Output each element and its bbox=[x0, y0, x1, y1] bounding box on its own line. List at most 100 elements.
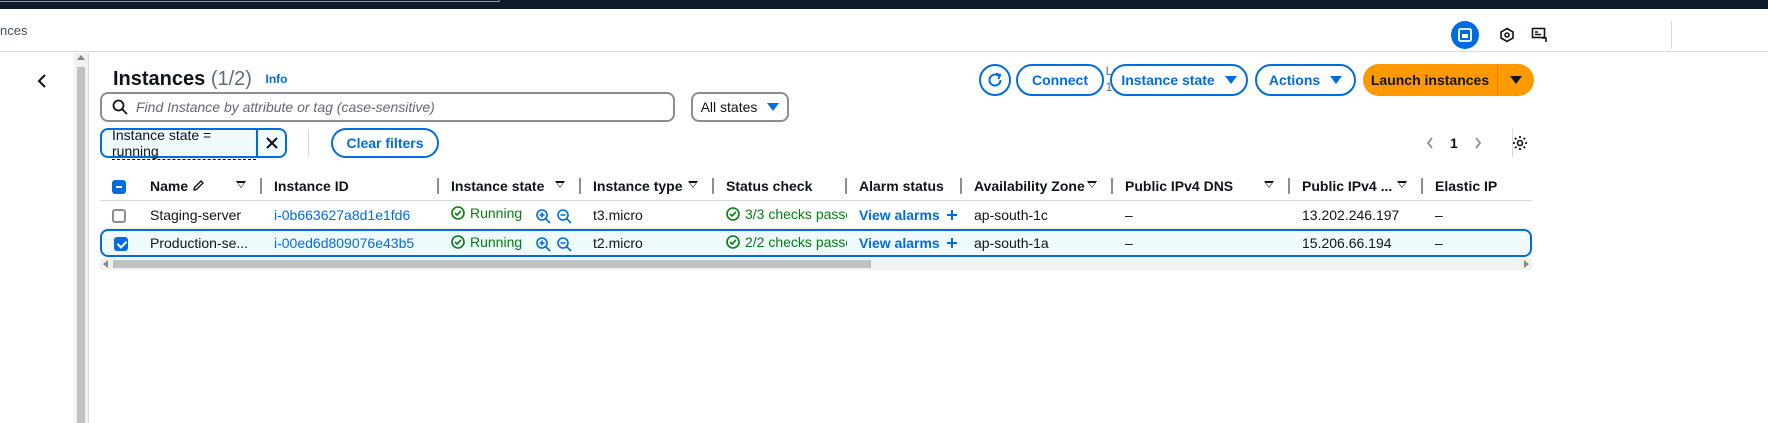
launch-dropdown-button[interactable] bbox=[1498, 64, 1534, 96]
elastic-ip: – bbox=[1423, 201, 1532, 229]
states-select-value: All states bbox=[700, 99, 758, 115]
select-all-checkbox[interactable] bbox=[112, 179, 126, 194]
instance-state-cell: Running bbox=[439, 201, 581, 229]
search-input[interactable] bbox=[136, 99, 656, 115]
chevron-right-icon[interactable] bbox=[1474, 137, 1482, 149]
instance-name: Staging-server bbox=[138, 201, 262, 229]
public-ipv4: 13.202.246.197 bbox=[1290, 201, 1423, 229]
search-bar[interactable] bbox=[100, 92, 675, 122]
filter-token-text[interactable]: Instance state = running bbox=[102, 127, 259, 160]
status-check: 2/2 checks passed bbox=[726, 234, 847, 250]
zoom-controls bbox=[536, 237, 572, 252]
view-alarms-label: View alarms bbox=[859, 206, 940, 223]
column-header[interactable]: Instance type bbox=[581, 171, 714, 201]
caret-down-icon bbox=[1510, 76, 1522, 84]
vertical-scrollbar[interactable] bbox=[74, 53, 88, 423]
notification-icon[interactable] bbox=[1493, 21, 1521, 49]
feedback-icon[interactable] bbox=[1526, 21, 1554, 49]
zoom-out-icon[interactable] bbox=[557, 209, 572, 224]
chevron-left-icon[interactable] bbox=[32, 71, 52, 91]
column-header[interactable]: Availability Zone bbox=[962, 171, 1113, 201]
instance-name: Production-se... bbox=[138, 229, 262, 257]
column-header[interactable]: Status check bbox=[714, 171, 847, 201]
status-ok-icon bbox=[451, 206, 465, 220]
launch-instances-button[interactable]: Launch instances bbox=[1363, 64, 1498, 96]
zoom-in-icon[interactable] bbox=[536, 237, 551, 252]
actions-button[interactable]: Actions bbox=[1255, 64, 1356, 96]
clear-filters-button[interactable]: Clear filters bbox=[331, 128, 439, 158]
scrollbar-thumb[interactable] bbox=[77, 67, 85, 423]
instance-state-button[interactable]: Instance state bbox=[1110, 64, 1248, 96]
column-header-label: Public IPv4 ... bbox=[1302, 177, 1393, 194]
page-title-text: Instances bbox=[113, 68, 206, 90]
instance-id-cell: i-00ed6d809076e43b5 bbox=[262, 229, 439, 257]
sort-icon[interactable] bbox=[1087, 181, 1097, 188]
scroll-up-arrow[interactable] bbox=[77, 55, 85, 60]
alarm-status-cell: View alarms bbox=[847, 201, 962, 229]
scroll-right-arrow[interactable] bbox=[1524, 260, 1529, 268]
scrollbar-thumb[interactable] bbox=[113, 260, 871, 268]
column-header[interactable]: Public IPv4 DNS bbox=[1113, 171, 1290, 201]
sort-icon[interactable] bbox=[236, 181, 246, 188]
info-link[interactable]: Info bbox=[266, 72, 288, 86]
sort-icon[interactable] bbox=[1397, 181, 1407, 188]
public-dns: – bbox=[1113, 201, 1290, 229]
table-row-selected[interactable]: Production-se... i-00ed6d809076e43b5 Run… bbox=[100, 229, 1532, 257]
sort-icon[interactable] bbox=[688, 181, 698, 188]
instance-state-label: Instance state bbox=[1121, 72, 1215, 88]
instance-state-text: Running bbox=[470, 233, 523, 250]
column-header-label: Instance type bbox=[593, 177, 683, 194]
column-header-label: Name bbox=[150, 177, 189, 194]
instance-state-cell: Running bbox=[439, 229, 581, 257]
row-checkbox[interactable] bbox=[112, 208, 126, 223]
column-header[interactable]: Alarm status bbox=[847, 171, 962, 201]
elastic-ip: – bbox=[1423, 229, 1532, 257]
column-header[interactable]: Instance state bbox=[439, 171, 581, 201]
public-ipv4: 15.206.66.194 bbox=[1290, 229, 1423, 257]
availability-zone: ap-south-1c bbox=[962, 201, 1113, 229]
states-select[interactable]: All states bbox=[691, 92, 789, 122]
sort-icon[interactable] bbox=[1264, 181, 1274, 188]
column-header-label: Instance state bbox=[451, 177, 545, 194]
zoom-out-icon[interactable] bbox=[557, 237, 572, 252]
horizontal-scrollbar[interactable] bbox=[100, 258, 1532, 270]
refresh-button[interactable] bbox=[979, 64, 1011, 96]
instance-id-link[interactable]: i-0b663627a8d1e1fd6 bbox=[274, 207, 410, 223]
view-alarms-link[interactable]: View alarms bbox=[859, 207, 958, 223]
column-header-label: Elastic IP bbox=[1435, 177, 1498, 194]
status-check-text: 3/3 checks passed bbox=[745, 205, 847, 222]
side-navigation-collapsed bbox=[0, 53, 74, 423]
sort-icon[interactable] bbox=[555, 181, 565, 188]
close-icon[interactable] bbox=[258, 130, 285, 156]
cloudshell-icon[interactable] bbox=[1451, 21, 1479, 49]
header-divider bbox=[1671, 21, 1672, 49]
table-row[interactable]: Staging-server i-0b663627a8d1e1fd6 Runni… bbox=[100, 201, 1532, 229]
zoom-in-icon[interactable] bbox=[536, 209, 551, 224]
row-checkbox[interactable] bbox=[114, 237, 128, 252]
refresh-icon bbox=[988, 72, 1002, 87]
caret-down-icon bbox=[1330, 76, 1343, 84]
column-header-label: Public IPv4 DNS bbox=[1125, 177, 1234, 194]
actions-label: Actions bbox=[1268, 72, 1321, 88]
public-dns: – bbox=[1113, 229, 1290, 257]
view-alarms-link[interactable]: View alarms bbox=[859, 235, 958, 251]
chevron-left-icon[interactable] bbox=[1426, 137, 1434, 149]
edit-pencil-icon bbox=[193, 179, 205, 191]
current-page[interactable]: 1 bbox=[1450, 135, 1458, 151]
status-check-cell: 2/2 checks passed bbox=[714, 229, 847, 257]
connect-button[interactable]: Connect bbox=[1016, 64, 1104, 96]
column-header[interactable]: Instance ID bbox=[262, 171, 439, 201]
plus-icon bbox=[946, 238, 957, 248]
column-header[interactable]: Name bbox=[138, 171, 262, 201]
settings-gear-icon[interactable] bbox=[1512, 135, 1528, 156]
selection-count: (1/2) bbox=[210, 68, 252, 90]
column-header[interactable]: Elastic IP bbox=[1423, 171, 1532, 201]
breadcrumb[interactable]: nces bbox=[0, 23, 27, 38]
status-ok-icon bbox=[451, 234, 465, 249]
connect-label: Connect bbox=[1032, 72, 1088, 88]
instance-id-link[interactable]: i-00ed6d809076e43b5 bbox=[274, 235, 414, 251]
console-header: nces bbox=[0, 9, 1768, 52]
scroll-left-arrow[interactable] bbox=[103, 260, 108, 268]
status-check-cell: 3/3 checks passed bbox=[714, 201, 847, 229]
column-header[interactable]: Public IPv4 ... bbox=[1290, 171, 1423, 201]
